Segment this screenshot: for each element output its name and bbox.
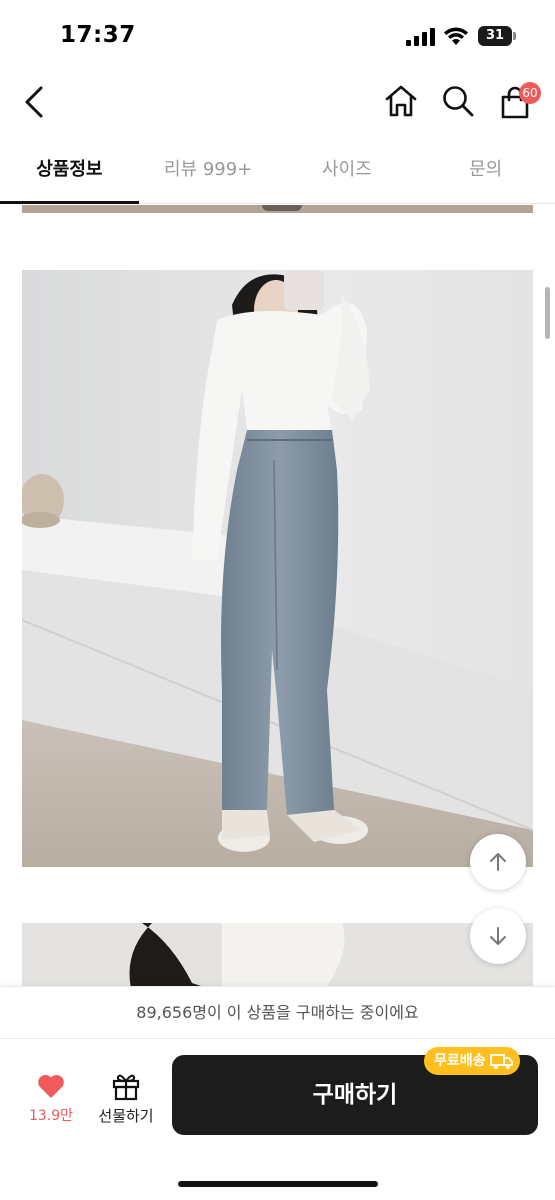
purchase-bar: 89,656명이 이 상품을 구매하는 중이에요 13.9만 선물하기 구매하기… (0, 986, 555, 1200)
like-count: 13.9만 (28, 1108, 74, 1124)
product-photo-2 (22, 923, 533, 986)
cart-count-badge: 60 (519, 82, 541, 104)
battery-level: 31 (478, 26, 512, 46)
free-shipping-badge: 무료배송 (424, 1047, 520, 1075)
gift-button[interactable]: 선물하기 (92, 1071, 160, 1129)
tab-size[interactable]: 사이즈 (278, 138, 417, 203)
scrollbar[interactable] (545, 287, 550, 339)
cart-button[interactable]: 60 (498, 82, 546, 122)
home-indicator (178, 1181, 378, 1187)
free-shipping-label: 무료배송 (434, 1053, 486, 1069)
product-detail-content (0, 205, 555, 986)
battery-icon: 31 (478, 26, 516, 46)
like-button[interactable]: 13.9만 (22, 1073, 80, 1129)
tab-product-info[interactable]: 상품정보 (0, 138, 139, 204)
product-tabs: 상품정보 리뷰 999+ 사이즈 문의 (0, 138, 555, 204)
gift-label: 선물하기 (98, 1107, 154, 1125)
scroll-to-top-button[interactable] (470, 834, 526, 890)
previous-product-image (22, 205, 533, 213)
delivery-truck-icon (489, 1054, 513, 1069)
arrow-up-icon (490, 853, 506, 871)
scroll-to-bottom-button[interactable] (470, 908, 526, 964)
home-icon[interactable] (384, 84, 418, 118)
tab-inquiry[interactable]: 문의 (416, 138, 555, 203)
buyer-count-notice: 89,656명이 이 상품을 구매하는 중이에요 (0, 987, 555, 1039)
heart-icon (38, 1074, 64, 1098)
status-bar: 17:37 31 (0, 0, 555, 72)
app-header: 60 (0, 72, 555, 134)
wifi-icon (444, 27, 468, 45)
cellular-signal-icon (406, 28, 435, 46)
product-photo (22, 270, 533, 867)
search-icon[interactable] (441, 84, 475, 118)
arrow-down-icon (490, 927, 506, 945)
status-time: 17:37 (60, 22, 136, 48)
tab-reviews[interactable]: 리뷰 999+ (139, 138, 278, 203)
gift-icon (112, 1074, 140, 1101)
chevron-left-icon[interactable] (20, 84, 50, 120)
